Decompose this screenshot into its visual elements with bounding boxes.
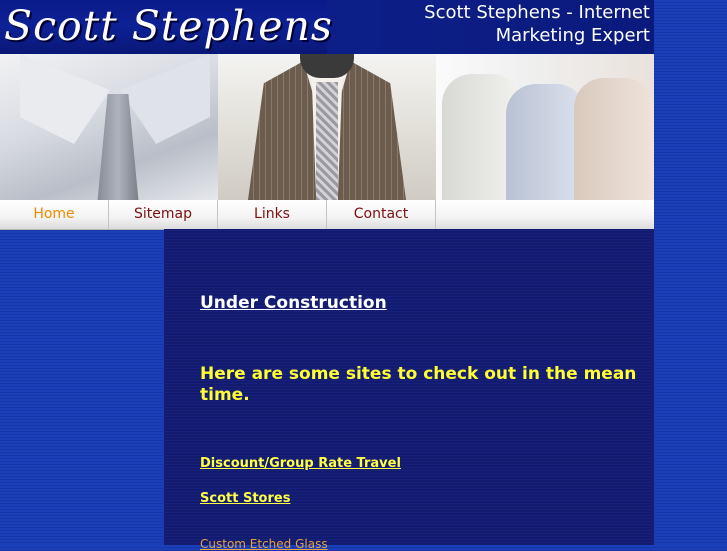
link-discount-travel[interactable]: Discount/Group Rate Travel xyxy=(200,456,401,471)
logo[interactable]: Scott Stephens xyxy=(0,0,332,54)
banner-image-shirt-tie xyxy=(0,54,218,200)
site-header: Scott Stephens Scott Stephens - Internet… xyxy=(0,0,654,54)
nav-item-sitemap[interactable]: Sitemap xyxy=(109,200,218,229)
nav-item-home[interactable]: Home xyxy=(0,200,109,229)
nav-item-contact[interactable]: Contact xyxy=(327,200,436,229)
nav-filler xyxy=(436,200,654,229)
main-content: Under Construction Here are some sites t… xyxy=(164,229,654,551)
link-custom-etched-glass[interactable]: Custom Etched Glass xyxy=(200,537,328,551)
link-scott-stores[interactable]: Scott Stores xyxy=(200,491,290,506)
main-nav: Home Sitemap Links Contact xyxy=(0,200,654,230)
intro-text: Here are some sites to check out in the … xyxy=(200,364,637,405)
header-banner xyxy=(0,54,654,200)
site-tagline: Scott Stephens - Internet Marketing Expe… xyxy=(424,2,650,46)
banner-image-hanging-shirts xyxy=(436,54,654,200)
page-wrapper: Scott Stephens Scott Stephens - Internet… xyxy=(0,0,654,551)
page-heading: Under Construction xyxy=(200,293,387,313)
nav-item-links[interactable]: Links xyxy=(218,200,327,229)
banner-image-suit xyxy=(218,54,436,200)
logo-text: Scott Stephens xyxy=(4,2,333,50)
